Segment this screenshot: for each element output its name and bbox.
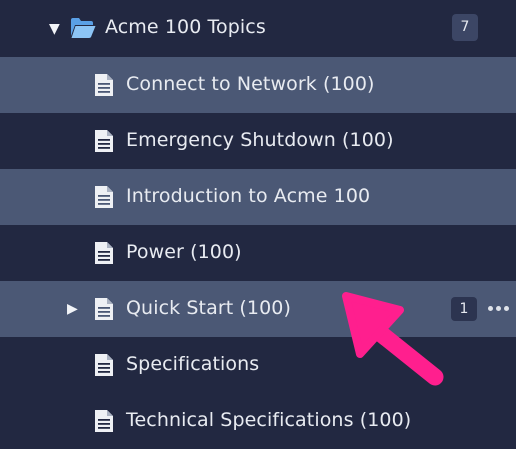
expand-caret-right-icon[interactable]: ▶ (67, 302, 78, 316)
child-count-badge: 1 (451, 297, 477, 321)
topic-label: Introduction to Acme 100 (126, 185, 371, 207)
document-icon (95, 354, 113, 376)
topic-item[interactable]: Connect to Network (100) (0, 57, 516, 113)
topic-label: Specifications (126, 353, 260, 375)
topic-label: Power (100) (126, 241, 242, 263)
document-icon (95, 298, 113, 320)
folder-row-acme-100-topics[interactable]: ▼ Acme 100 Topics 7 (0, 0, 516, 56)
topic-label: Quick Start (100) (126, 297, 292, 319)
topic-item[interactable]: Power (100) (0, 225, 516, 281)
topic-item[interactable]: Emergency Shutdown (100) (0, 113, 516, 169)
pointer-arrow-icon (342, 292, 444, 386)
topic-count-badge: 7 (452, 14, 478, 41)
folder-open-icon (71, 18, 96, 38)
document-icon (95, 186, 113, 208)
topic-item[interactable]: Introduction to Acme 100 (0, 169, 516, 225)
topic-item[interactable]: Technical Specifications (100) (0, 393, 516, 449)
document-icon (95, 130, 113, 152)
document-icon (95, 74, 113, 96)
expand-caret-icon[interactable]: ▼ (49, 22, 60, 36)
topic-label: Technical Specifications (100) (126, 409, 412, 431)
folder-label: Acme 100 Topics (105, 16, 266, 38)
document-icon (95, 410, 113, 432)
topic-label: Connect to Network (100) (126, 73, 375, 95)
topic-label: Emergency Shutdown (100) (126, 129, 394, 151)
more-options-icon[interactable] (488, 306, 509, 311)
document-icon (95, 242, 113, 264)
